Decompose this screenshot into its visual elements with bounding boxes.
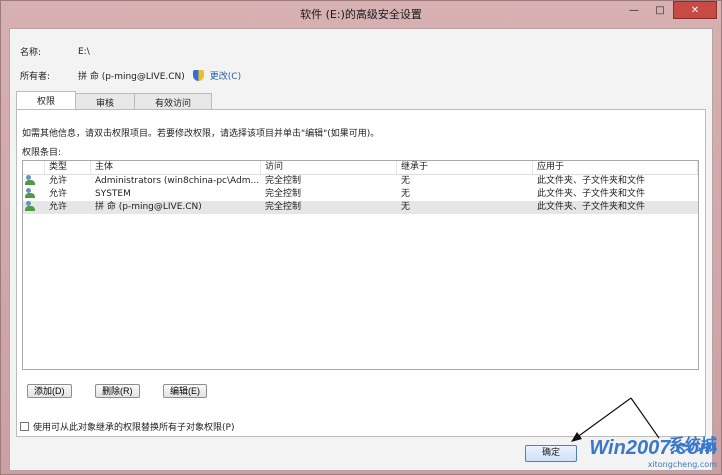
name-value: E:\ <box>78 46 90 57</box>
column-header-applies[interactable]: 应用于 <box>533 161 698 174</box>
owner-row: 所有者: 拼 命 (p-ming@LIVE.CN) 更改(C) <box>20 69 241 82</box>
icon-column-header <box>23 161 45 174</box>
watermark-sub: xitongcheng.com <box>647 460 717 469</box>
uac-shield-icon <box>192 70 204 81</box>
owner-label: 所有者: <box>20 72 51 82</box>
column-header-type[interactable]: 类型 <box>45 161 91 174</box>
entry-inherited: 无 <box>401 202 411 212</box>
list-item[interactable]: 允许 Administrators (win8china-pc\Adm... 完… <box>23 175 698 188</box>
entry-access: 完全控制 <box>265 189 302 199</box>
entry-type: 允许 <box>49 176 68 186</box>
entry-inherited: 无 <box>401 189 411 199</box>
watermark-brand: 系统城 <box>668 435 717 454</box>
permissions-hint: 如需其他信息，请双击权限项目。若要修改权限，请选择该项目并单击"编辑"(如果可用… <box>22 129 380 139</box>
window-controls: — □ ✕ <box>621 1 717 19</box>
permission-entries-label: 权限条目: <box>22 148 62 158</box>
arrow-line-right <box>630 397 660 439</box>
user-icon <box>25 201 37 212</box>
tab-permissions[interactable]: 权限 <box>16 91 77 109</box>
tab-effective-access[interactable]: 有效访问 <box>134 93 213 109</box>
entry-applies: 此文件夹、子文件夹和文件 <box>537 189 646 199</box>
close-button[interactable]: ✕ <box>673 1 717 19</box>
site-watermark: Win2007.com 系统城 xitongcheng.com <box>577 435 717 471</box>
group-icon <box>25 188 37 199</box>
add-button[interactable]: 添加(D) <box>27 384 72 398</box>
mouse-cursor-icon <box>694 411 700 421</box>
arrow-line-left <box>575 397 632 439</box>
column-header-principal[interactable]: 主体 <box>91 161 261 174</box>
column-header-access[interactable]: 访问 <box>261 161 397 174</box>
name-label: 名称: <box>20 48 42 58</box>
entry-principal: 拼 命 (p-ming@LIVE.CN) <box>95 202 202 212</box>
tab-auditing[interactable]: 审核 <box>75 93 136 109</box>
replace-child-permissions-checkbox[interactable] <box>20 422 29 431</box>
replace-child-permissions-row[interactable]: 使用可从此对象继承的权限替换所有子对象权限(P) <box>20 420 234 433</box>
entry-access: 完全控制 <box>265 176 302 186</box>
entry-inherited: 无 <box>401 176 411 186</box>
entry-principal: SYSTEM <box>95 189 131 199</box>
edit-button[interactable]: 编辑(E) <box>163 384 207 398</box>
replace-child-permissions-label: 使用可从此对象继承的权限替换所有子对象权限(P) <box>33 423 235 433</box>
maximize-button[interactable]: □ <box>647 1 673 19</box>
tab-strip: 权限 审核 有效访问 <box>16 91 213 109</box>
permissions-panel: 如需其他信息，请双击权限项目。若要修改权限，请选择该项目并单击"编辑"(如果可用… <box>16 109 706 437</box>
entry-principal: Administrators (win8china-pc\Adm... <box>95 176 260 186</box>
remove-button[interactable]: 删除(R) <box>95 384 140 398</box>
entry-type: 允许 <box>49 189 68 199</box>
minimize-button[interactable]: — <box>621 1 647 19</box>
permission-entries-list[interactable]: 类型 主体 访问 继承于 应用于 允许 Administrators (win8… <box>22 160 699 370</box>
advanced-security-window: 软件 (E:)的高级安全设置 — □ ✕ 名称: E:\ 所有者: 拼 命 (p… <box>0 0 722 475</box>
list-header: 类型 主体 访问 继承于 应用于 <box>23 161 698 175</box>
change-owner-link[interactable]: 更改(C) <box>210 69 241 82</box>
entry-access: 完全控制 <box>265 202 302 212</box>
list-item[interactable]: 允许 SYSTEM 完全控制 无 此文件夹、子文件夹和文件 <box>23 188 698 201</box>
list-item[interactable]: 允许 拼 命 (p-ming@LIVE.CN) 完全控制 无 此文件夹、子文件夹… <box>23 201 698 214</box>
group-icon <box>25 175 37 186</box>
owner-value: 拼 命 (p-ming@LIVE.CN) <box>78 72 185 82</box>
entry-type: 允许 <box>49 202 68 212</box>
entry-applies: 此文件夹、子文件夹和文件 <box>537 176 646 186</box>
name-row: 名称: E:\ <box>20 45 90 59</box>
column-header-inherited[interactable]: 继承于 <box>397 161 533 174</box>
window-title: 软件 (E:)的高级安全设置 <box>300 8 422 21</box>
entry-applies: 此文件夹、子文件夹和文件 <box>537 202 646 212</box>
title-bar[interactable]: 软件 (E:)的高级安全设置 — □ ✕ <box>1 1 721 27</box>
